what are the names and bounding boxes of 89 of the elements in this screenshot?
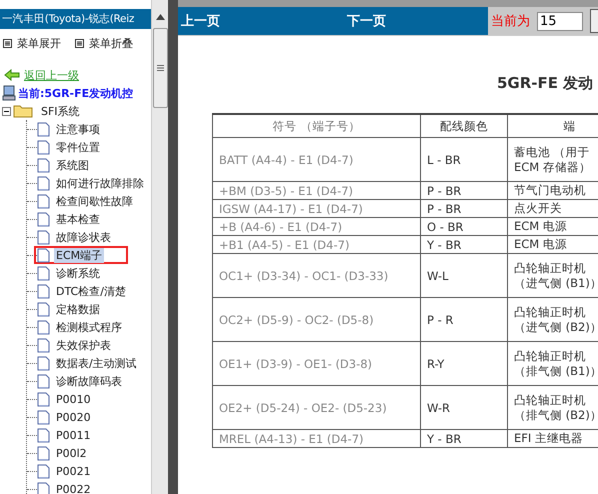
document-icon xyxy=(37,338,50,352)
table-cell: Y - BR xyxy=(420,430,508,448)
table-cell: P - BR xyxy=(420,182,508,200)
table-cell: +B1 (A4-5) - E1 (D4-7) xyxy=(212,236,420,254)
tree-item[interactable]: 诊断故障码表 xyxy=(54,374,124,388)
folder-icon xyxy=(13,104,33,118)
collapse-icon[interactable] xyxy=(2,106,11,116)
document-icon xyxy=(37,122,50,136)
previous-page-link[interactable]: 上一页 xyxy=(181,12,220,30)
tree-item[interactable]: P0010 xyxy=(54,392,93,406)
table-cell: O - BR xyxy=(420,218,508,236)
table-cell: W-L xyxy=(420,254,508,298)
tree-item[interactable]: DTC检查/清楚 xyxy=(54,284,128,298)
go-button[interactable] xyxy=(590,9,598,33)
tree-item[interactable]: P00l2 xyxy=(54,446,89,460)
tree-item[interactable]: 系统图 xyxy=(54,158,91,172)
table-cell: ECM 电源 xyxy=(508,236,598,254)
tree-item[interactable]: 基本检查 xyxy=(54,212,102,226)
document-icon xyxy=(37,248,50,262)
table-cell: OE2+ (D5-24) - OE2- (D5-23) xyxy=(212,386,420,430)
table-cell: OC1+ (D3-34) - OC1- (D3-33) xyxy=(212,254,420,298)
document-icon xyxy=(37,230,50,244)
document-icon xyxy=(37,212,50,226)
table-cell: MREL (A4-13) - E1 (D4-7) xyxy=(212,430,420,448)
tree-item[interactable]: 检查间歇性故障 xyxy=(54,194,135,208)
table-cell: IGSW (A4-17) - E1 (D4-7) xyxy=(212,200,420,218)
table-cell: OC2+ (D5-9) - OC2- (D5-8) xyxy=(212,298,420,342)
table-cell: EFI 主继电器 xyxy=(508,430,598,448)
table-cell: Y - BR xyxy=(420,236,508,254)
next-page-link[interactable]: 下一页 xyxy=(347,12,386,30)
document-icon xyxy=(37,374,50,388)
column-header: 符号 （端子号） xyxy=(212,114,420,138)
document-icon xyxy=(37,266,50,280)
tree-item[interactable]: 零件位置 xyxy=(54,140,102,154)
tree-item[interactable]: 检测模式程序 xyxy=(54,320,124,334)
tree-item[interactable]: 故障诊状表 xyxy=(54,230,113,244)
document-icon xyxy=(37,194,50,208)
tree-item[interactable]: 数据表/主动测试 xyxy=(54,356,139,370)
document-title: 5GR-FE 发动 xyxy=(497,74,594,92)
tree-item[interactable]: P0021 xyxy=(54,464,93,478)
document-icon xyxy=(37,446,50,460)
table-cell: 节气门电动机 xyxy=(508,182,598,200)
tree-item[interactable]: SFI系统 xyxy=(39,104,82,118)
page-label: 当前为 xyxy=(491,13,530,30)
computer-icon xyxy=(2,85,16,101)
tree-item[interactable]: P0022 xyxy=(54,482,93,494)
document-icon xyxy=(37,176,50,190)
tree-item[interactable]: P0011 xyxy=(54,428,93,442)
window-title: 一汽丰田(Toyota)-锐志(Reiz xyxy=(0,9,152,29)
document-icon xyxy=(37,392,50,406)
back-link[interactable]: 返回上一级 xyxy=(24,68,79,82)
page-number-field[interactable]: 15 xyxy=(537,12,583,30)
menu-link[interactable]: 菜单展开 xyxy=(17,36,61,51)
document-icon xyxy=(37,302,50,316)
tree-item[interactable]: 注意事项 xyxy=(54,122,102,136)
scrollbar[interactable] xyxy=(151,0,168,494)
grip-icon xyxy=(156,65,164,71)
document-icon xyxy=(37,410,50,424)
tree-item[interactable]: 诊断系统 xyxy=(54,266,102,280)
table-cell: BATT (A4-4) - E1 (D4-7) xyxy=(212,138,420,182)
document-icon xyxy=(37,428,50,442)
tree-item[interactable]: 失效保护表 xyxy=(54,338,113,352)
document-icon xyxy=(37,140,50,154)
tree-item[interactable]: 定格数据 xyxy=(54,302,102,316)
document-icon xyxy=(37,158,50,172)
table-cell: R-Y xyxy=(420,342,508,386)
back-arrow-icon xyxy=(4,69,20,81)
table-cell: W-R xyxy=(420,386,508,430)
table-cell: P - R xyxy=(420,298,508,342)
tree-item[interactable]: P0020 xyxy=(54,410,93,424)
list-icon xyxy=(3,39,12,48)
table-cell: P - BR xyxy=(420,200,508,218)
document-icon xyxy=(37,284,50,298)
list-icon xyxy=(75,39,84,48)
tree-item[interactable]: 如何进行故障排除 xyxy=(54,176,146,190)
document-icon xyxy=(37,464,50,478)
table-cell: L - BR xyxy=(420,138,508,182)
table-cell: +BM (D3-5) - E1 (D4-7) xyxy=(212,182,420,200)
scroll-up-icon[interactable] xyxy=(156,14,165,20)
table-cell: OE1+ (D3-9) - OE1- (D3-8) xyxy=(212,342,420,386)
document-icon xyxy=(37,356,50,370)
table-cell: +B (A4-6) - E1 (D4-7) xyxy=(212,218,420,236)
current-location: 当前:5GR-FE发动机控 xyxy=(18,86,134,100)
menu-link[interactable]: 菜单折叠 xyxy=(89,36,133,51)
column-header: 配线颜色 xyxy=(420,114,508,138)
table-cell: ECM 电源 xyxy=(508,218,598,236)
tree-item[interactable]: ECM端子 xyxy=(54,248,104,262)
table-cell: 点火开关 xyxy=(508,200,598,218)
document-icon xyxy=(37,320,50,334)
